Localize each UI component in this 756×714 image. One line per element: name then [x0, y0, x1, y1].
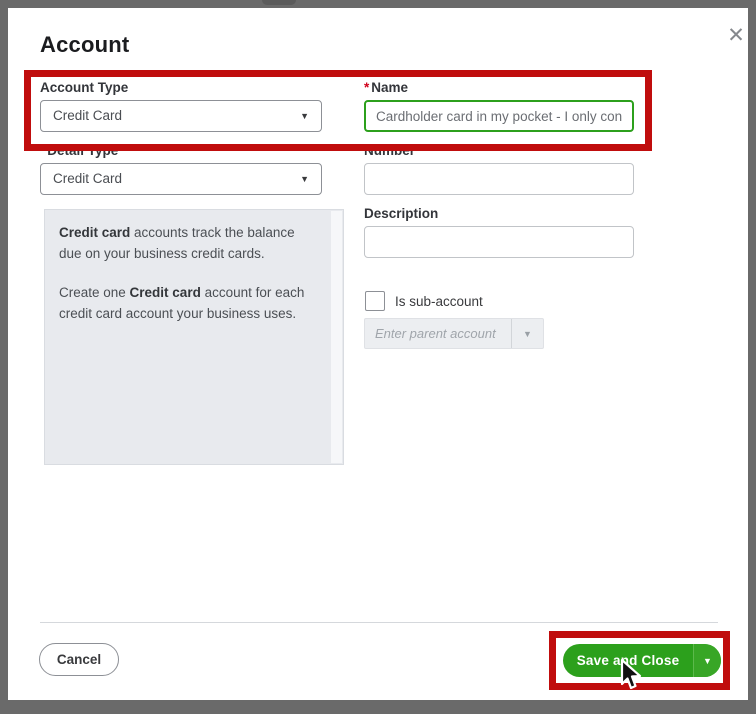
detail-type-dropdown[interactable]: Credit Card ▼ [40, 163, 322, 195]
save-and-close-button[interactable]: Save and Close ▼ [563, 644, 721, 677]
account-type-value: Credit Card [53, 108, 123, 123]
page-title: Account [40, 32, 130, 57]
chevron-down-icon[interactable]: ▼ [511, 319, 543, 348]
number-input[interactable] [364, 163, 634, 195]
footer-divider [40, 622, 718, 623]
background-page-fragment [262, 0, 296, 5]
close-icon[interactable]: ✕ [720, 20, 752, 52]
account-type-info-panel: Credit card accounts track the balance d… [44, 209, 344, 465]
account-type-dropdown[interactable]: Credit Card ▼ [40, 100, 322, 132]
detail-type-value: Credit Card [53, 171, 123, 186]
save-options-chevron-down-icon[interactable]: ▼ [693, 644, 721, 677]
number-label: Number [364, 143, 416, 158]
required-asterisk: * [364, 80, 370, 95]
description-input[interactable] [364, 226, 634, 258]
scrollbar-track[interactable] [331, 211, 342, 463]
name-input[interactable] [364, 100, 634, 132]
detail-type-label: * Detail Type [40, 143, 119, 158]
is-sub-account-checkbox[interactable] [365, 291, 385, 311]
account-type-label: Account Type [40, 80, 129, 95]
description-label: Description [364, 206, 439, 221]
required-asterisk: * [40, 143, 46, 158]
cancel-button[interactable]: Cancel [39, 643, 119, 676]
chevron-down-icon: ▼ [300, 174, 309, 184]
is-sub-account-label: Is sub-account [395, 294, 483, 309]
screen: { "modal": { "title": "Account", "close_… [0, 0, 756, 714]
save-and-close-label: Save and Close [576, 653, 680, 668]
chevron-down-icon: ▼ [300, 111, 309, 121]
account-dialog: ✕ Account Account Type Credit Card ▼ * Na… [8, 8, 748, 700]
name-label: * Name [364, 80, 409, 95]
info-text: Credit card accounts track the balance d… [59, 225, 305, 321]
parent-account-dropdown[interactable]: Enter parent account ▼ [364, 318, 544, 349]
parent-account-placeholder: Enter parent account [375, 326, 496, 341]
